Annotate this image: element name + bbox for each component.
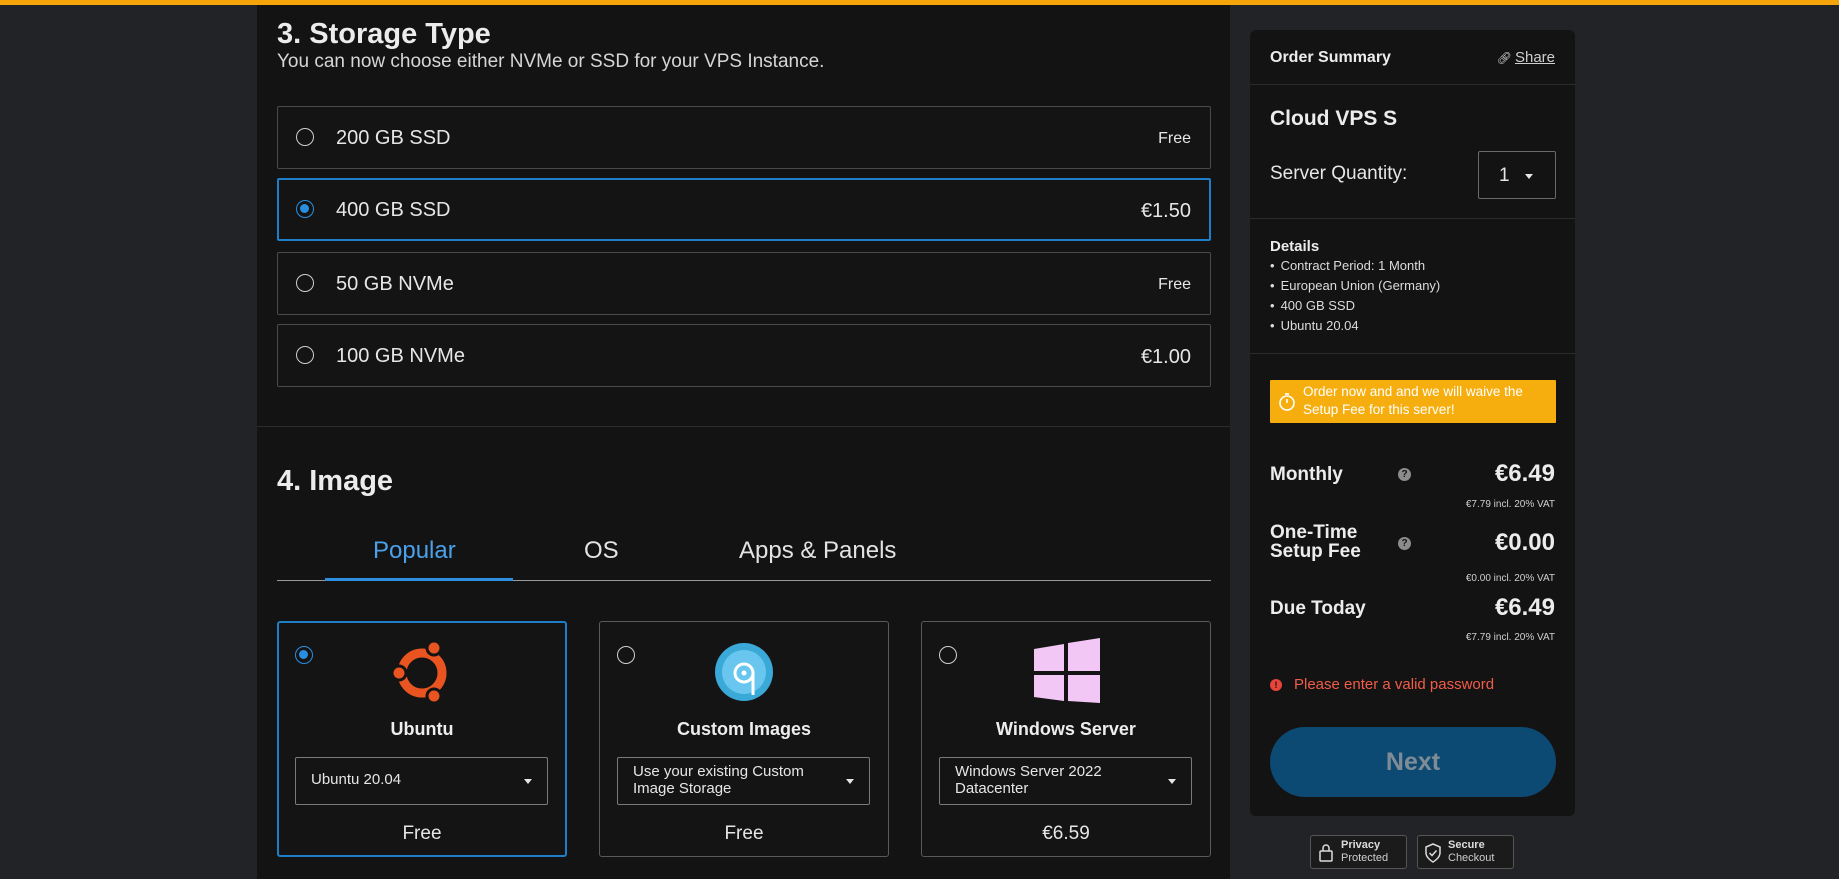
image-heading: 4. Image — [277, 465, 394, 497]
due-today-vat: €7.79 incl. 20% VAT — [1465, 632, 1555, 643]
product-name: Cloud VPS S — [1270, 107, 1398, 130]
monthly-label: Monthly — [1270, 464, 1343, 485]
promo-banner: Order now and and we will waive the Setu… — [1270, 380, 1556, 423]
image-card-windows[interactable]: Windows Server Windows Server 2022 Datac… — [921, 621, 1211, 857]
radio-button[interactable] — [296, 274, 314, 292]
setup-fee-label: One-Time Setup Fee — [1270, 523, 1361, 561]
setup-fee-price: €0.00 — [1494, 529, 1555, 556]
promo-text: Order now and and we will waive the Setu… — [1303, 384, 1523, 417]
image-card-price: Free — [724, 823, 764, 844]
alert-icon: ! — [1270, 679, 1282, 691]
storage-option-price: Free — [1158, 130, 1191, 147]
monthly-vat: €7.79 incl. 20% VAT — [1465, 499, 1555, 510]
help-icon[interactable]: ? — [1398, 537, 1411, 550]
list-item: Contract Period: 1 Month — [1270, 256, 1440, 276]
storage-option-400-ssd[interactable]: 400 GB SSD €1.50 — [277, 178, 1211, 241]
storage-option-price: €1.00 — [1140, 346, 1191, 368]
details-list: Contract Period: 1 Month European Union … — [1270, 256, 1441, 336]
divider — [1250, 218, 1575, 219]
storage-option-price: €1.50 — [1140, 200, 1191, 222]
badge-subtitle: Protected — [1341, 852, 1389, 864]
select-value: Windows Server 2022 Datacenter — [955, 763, 1102, 797]
divider — [1250, 84, 1575, 85]
badge-title: Privacy — [1341, 839, 1381, 851]
radio-button[interactable] — [617, 646, 635, 664]
image-card-price: Free — [402, 823, 442, 844]
storage-option-label: 50 GB NVMe — [336, 273, 454, 295]
shield-check-icon — [1425, 843, 1441, 863]
list-item: European Union (Germany) — [1270, 276, 1441, 296]
server-quantity-label: Server Quantity: — [1270, 163, 1408, 184]
chevron-down-icon — [1168, 779, 1176, 784]
tab-os[interactable]: OS — [584, 537, 619, 565]
details-heading: Details — [1270, 238, 1320, 255]
secure-checkout-badge: Secure Checkout — [1417, 835, 1514, 869]
tab-apps-panels[interactable]: Apps & Panels — [739, 537, 896, 565]
due-today-label: Due Today — [1270, 598, 1366, 619]
order-summary-heading: Order Summary — [1270, 49, 1391, 66]
error-message: ! Please enter a valid password — [1270, 676, 1494, 693]
help-icon[interactable]: ? — [1398, 468, 1411, 481]
divider — [1250, 353, 1575, 354]
setup-fee-vat: €0.00 incl. 20% VAT — [1465, 573, 1555, 584]
storage-subtitle: You can now choose either NVMe or SSD fo… — [277, 51, 825, 72]
storage-option-label: 400 GB SSD — [336, 199, 451, 221]
windows-logo-icon — [1034, 638, 1100, 703]
link-icon: 🔗︎ — [1496, 51, 1512, 65]
storage-option-label: 100 GB NVMe — [336, 345, 465, 367]
radio-button-selected[interactable] — [295, 646, 313, 664]
select-value: Use your existing Custom Image Storage — [633, 763, 804, 797]
share-link[interactable]: 🔗︎ Share — [1497, 49, 1555, 66]
share-label: Share — [1514, 49, 1555, 66]
section-divider — [257, 426, 1230, 427]
storage-option-200-ssd[interactable]: 200 GB SSD Free — [277, 106, 1211, 169]
chevron-down-icon — [524, 779, 532, 784]
chevron-down-icon — [1525, 174, 1533, 179]
tab-popular[interactable]: Popular — [373, 537, 456, 565]
image-card-title: Custom Images — [676, 719, 812, 739]
ubuntu-logo-icon — [390, 639, 447, 704]
radio-button[interactable] — [296, 346, 314, 364]
badge-subtitle: Checkout — [1448, 852, 1495, 864]
lock-icon — [1319, 844, 1333, 862]
chevron-down-icon — [846, 779, 854, 784]
radio-button[interactable] — [939, 646, 957, 664]
image-card-custom[interactable]: Custom Images Use your existing Custom I… — [599, 621, 889, 857]
badge-title: Secure — [1448, 839, 1485, 851]
storage-option-price: Free — [1158, 276, 1191, 293]
image-card-ubuntu[interactable]: Ubuntu Ubuntu 20.04 Free — [277, 621, 567, 857]
storage-option-50-nvme[interactable]: 50 GB NVMe Free — [277, 252, 1211, 315]
active-tab-indicator — [325, 578, 513, 581]
image-card-title: Windows Server — [996, 719, 1136, 739]
windows-version-select[interactable]: Windows Server 2022 Datacenter — [939, 757, 1192, 805]
setup-fee-label-line2: Setup Fee — [1270, 541, 1361, 562]
next-button[interactable]: Next — [1270, 727, 1556, 797]
image-card-price: €6.59 — [1042, 823, 1090, 844]
select-value: Ubuntu 20.04 — [311, 771, 402, 788]
image-card-title: Ubuntu — [390, 719, 454, 739]
server-quantity-select[interactable]: 1 — [1478, 151, 1556, 199]
storage-option-label: 200 GB SSD — [336, 127, 451, 149]
radio-button-selected[interactable] — [296, 200, 314, 218]
configurator-panel: 3. Storage Type You can now choose eithe… — [257, 5, 1230, 879]
storage-heading: 3. Storage Type — [277, 18, 491, 50]
custom-image-icon — [715, 643, 773, 701]
radio-button[interactable] — [296, 128, 314, 146]
list-item: 400 GB SSD — [1270, 296, 1440, 316]
order-summary: Order Summary 🔗︎ Share Cloud VPS S Server… — [1250, 30, 1575, 816]
privacy-protected-badge: Privacy Protected — [1310, 835, 1407, 869]
ubuntu-version-select[interactable]: Ubuntu 20.04 — [295, 757, 548, 805]
error-text: Please enter a valid password — [1294, 676, 1495, 693]
due-today-price: €6.49 — [1494, 594, 1555, 621]
stopwatch-icon — [1279, 393, 1295, 411]
setup-fee-label-line1: One-Time — [1270, 522, 1358, 543]
monthly-price: €6.49 — [1494, 460, 1555, 487]
custom-image-select[interactable]: Use your existing Custom Image Storage — [617, 757, 870, 805]
storage-option-100-nvme[interactable]: 100 GB NVMe €1.00 — [277, 324, 1211, 387]
list-item: Ubuntu 20.04 — [1270, 316, 1440, 336]
quantity-value: 1 — [1499, 165, 1510, 186]
